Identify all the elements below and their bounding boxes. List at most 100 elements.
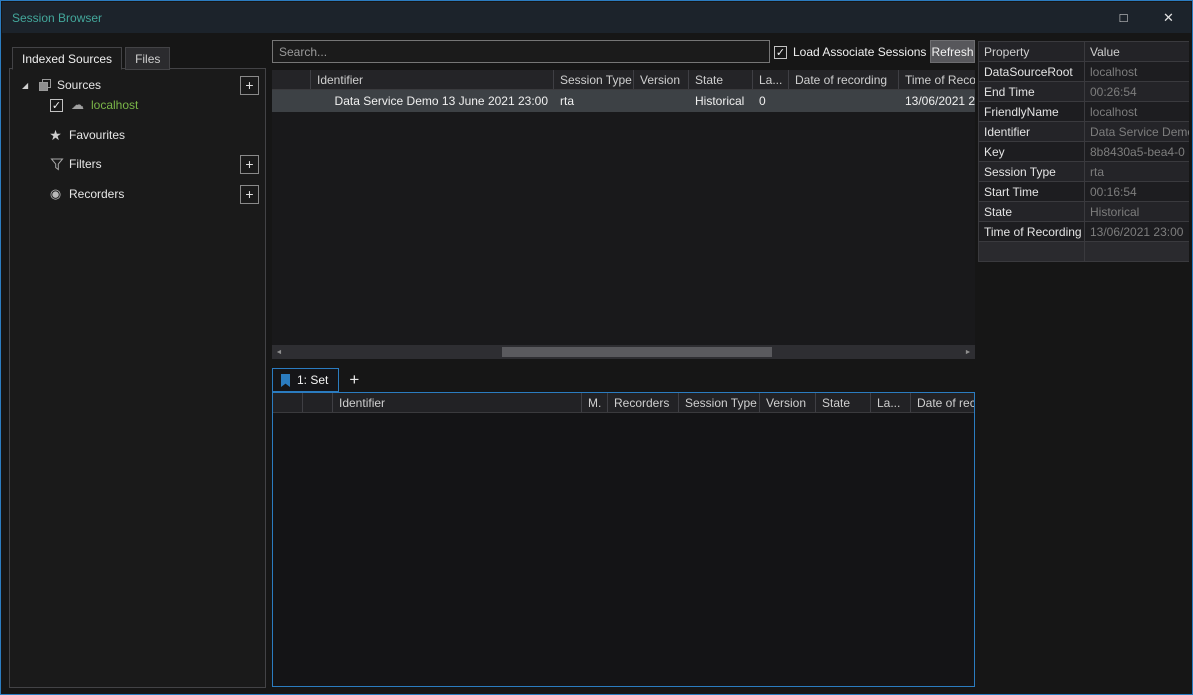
column-header-icon[interactable] bbox=[272, 70, 311, 89]
cell-state: Historical bbox=[689, 94, 753, 108]
load-associate-label: Load Associate Sessions bbox=[793, 45, 926, 59]
column-header-time-of-recording[interactable]: Time of Recording bbox=[899, 70, 975, 89]
titlebar: Session Browser □ ✕ bbox=[2, 2, 1191, 33]
add-source-button[interactable]: + bbox=[240, 76, 259, 95]
property-value: 00:16:54 bbox=[1085, 182, 1189, 201]
sources-label: Sources bbox=[57, 78, 101, 92]
tab-set-1[interactable]: 1: Set bbox=[272, 368, 339, 392]
property-row: State Historical bbox=[979, 202, 1189, 222]
session-row-selected[interactable]: Data Service Demo 13 June 2021 23:00 rta… bbox=[272, 90, 975, 112]
tree-item-localhost[interactable]: ✓ ☁ localhost bbox=[10, 95, 265, 115]
sessions-table-header: Identifier Session Type Version State La… bbox=[272, 70, 975, 90]
tree-item-sources[interactable]: ◢ Sources + bbox=[10, 75, 265, 95]
property-name: Key bbox=[979, 142, 1085, 161]
property-value: 13/06/2021 23:00 bbox=[1085, 222, 1189, 241]
tab-files[interactable]: Files bbox=[125, 47, 170, 70]
close-button[interactable]: ✕ bbox=[1146, 2, 1191, 33]
set-table-header: Identifier M. Recorders Session Type Ver… bbox=[273, 393, 974, 413]
search-input[interactable] bbox=[272, 40, 770, 63]
property-name: Time of Recording bbox=[979, 222, 1085, 241]
column-header-session-type[interactable]: Session Type bbox=[554, 70, 634, 89]
tree-item-filters[interactable]: Filters + bbox=[10, 154, 265, 174]
property-name: Start Time bbox=[979, 182, 1085, 201]
set-column-state[interactable]: State bbox=[816, 393, 871, 412]
set-column-version[interactable]: Version bbox=[760, 393, 816, 412]
set-column-identifier[interactable]: Identifier bbox=[333, 393, 582, 412]
scrollbar-thumb[interactable] bbox=[502, 347, 772, 357]
sidebar-tabs: Indexed Sources Files bbox=[12, 47, 173, 70]
horizontal-scrollbar[interactable]: ◄ ► bbox=[272, 345, 975, 359]
property-value: 8b8430a5-bea4-0 bbox=[1085, 142, 1189, 161]
filter-icon bbox=[49, 157, 64, 172]
maximize-button[interactable]: □ bbox=[1101, 2, 1146, 33]
property-name: Identifier bbox=[979, 122, 1085, 141]
add-filter-button[interactable]: + bbox=[240, 155, 259, 174]
property-grid: Property Value DataSourceRoot localhost … bbox=[978, 41, 1189, 262]
sources-icon bbox=[37, 78, 52, 93]
scroll-right-icon[interactable]: ► bbox=[961, 349, 975, 356]
property-column-header[interactable]: Property bbox=[979, 42, 1085, 61]
close-icon: ✕ bbox=[1163, 10, 1174, 26]
star-icon: ★ bbox=[48, 127, 63, 144]
set-column-date-of-recording[interactable]: Date of recording bbox=[911, 393, 974, 412]
property-value: Data Service Demo 13 June 2021 23:00 bbox=[1085, 122, 1189, 141]
tree-item-favourites[interactable]: ★ Favourites bbox=[10, 125, 265, 145]
property-name: FriendlyName bbox=[979, 102, 1085, 121]
refresh-button[interactable]: Refresh bbox=[930, 40, 975, 63]
property-value: 00:26:54 bbox=[1085, 82, 1189, 101]
cloud-icon: ☁ bbox=[70, 97, 85, 113]
scrollbar-track[interactable] bbox=[286, 345, 961, 359]
property-row: Key 8b8430a5-bea4-0 bbox=[979, 142, 1189, 162]
property-row: FriendlyName localhost bbox=[979, 102, 1189, 122]
tree-item-recorders[interactable]: ◉ Recorders + bbox=[10, 184, 265, 204]
window-controls: □ ✕ bbox=[1101, 2, 1191, 33]
property-value: localhost bbox=[1085, 102, 1189, 121]
column-header-state[interactable]: State bbox=[689, 70, 753, 89]
filters-label: Filters bbox=[69, 157, 102, 171]
recorders-label: Recorders bbox=[69, 187, 124, 201]
column-header-date-of-recording[interactable]: Date of recording bbox=[789, 70, 899, 89]
value-column-header[interactable]: Value bbox=[1085, 42, 1189, 61]
set-column-recorders[interactable]: Recorders bbox=[608, 393, 679, 412]
property-row: Time of Recording 13/06/2021 23:00 bbox=[979, 222, 1189, 242]
set-column-m[interactable]: M. bbox=[582, 393, 608, 412]
property-row: Identifier Data Service Demo 13 June 202… bbox=[979, 122, 1189, 142]
property-value: rta bbox=[1085, 162, 1189, 181]
cell-laps: 0 bbox=[753, 94, 789, 108]
add-recorder-button[interactable]: + bbox=[240, 185, 259, 204]
set-column-session-type[interactable]: Session Type bbox=[679, 393, 760, 412]
expander-icon[interactable]: ◢ bbox=[22, 81, 35, 90]
cell-session-type: rta bbox=[554, 94, 634, 108]
set-tab-bar: 1: Set + bbox=[272, 368, 359, 392]
sessions-table: Identifier Session Type Version State La… bbox=[272, 70, 975, 345]
set-tab-label: 1: Set bbox=[297, 373, 328, 387]
property-grid-header: Property Value bbox=[979, 42, 1189, 62]
add-set-tab-button[interactable]: + bbox=[349, 370, 359, 390]
recorder-icon: ◉ bbox=[48, 186, 63, 202]
column-header-version[interactable]: Version bbox=[634, 70, 689, 89]
column-header-identifier[interactable]: Identifier bbox=[311, 70, 554, 89]
set-panel: Identifier M. Recorders Session Type Ver… bbox=[272, 392, 975, 687]
localhost-checkbox[interactable]: ✓ bbox=[50, 99, 63, 112]
bookmark-icon bbox=[280, 374, 291, 387]
cell-identifier: Data Service Demo 13 June 2021 23:00 bbox=[311, 94, 554, 108]
property-name: End Time bbox=[979, 82, 1085, 101]
load-associate-sessions[interactable]: ✓ Load Associate Sessions bbox=[774, 45, 926, 59]
load-associate-checkbox[interactable]: ✓ bbox=[774, 46, 787, 59]
set-column-b[interactable] bbox=[303, 393, 333, 412]
property-row: DataSourceRoot localhost bbox=[979, 62, 1189, 82]
tab-indexed-sources[interactable]: Indexed Sources bbox=[12, 47, 122, 70]
property-row: Session Type rta bbox=[979, 162, 1189, 182]
set-column-a[interactable] bbox=[273, 393, 303, 412]
localhost-label: localhost bbox=[91, 98, 138, 112]
window-title: Session Browser bbox=[12, 11, 102, 25]
property-row-empty bbox=[979, 242, 1189, 262]
sources-tree-panel: ◢ Sources + ✓ ☁ localhost ★ Favourites F… bbox=[9, 68, 266, 688]
set-column-laps[interactable]: La... bbox=[871, 393, 911, 412]
property-value: localhost bbox=[1085, 62, 1189, 81]
property-row: Start Time 00:16:54 bbox=[979, 182, 1189, 202]
scroll-left-icon[interactable]: ◄ bbox=[272, 349, 286, 356]
column-header-laps[interactable]: La... bbox=[753, 70, 789, 89]
cell-time-of-recording: 13/06/2021 23:00 bbox=[899, 94, 975, 108]
property-name: Session Type bbox=[979, 162, 1085, 181]
